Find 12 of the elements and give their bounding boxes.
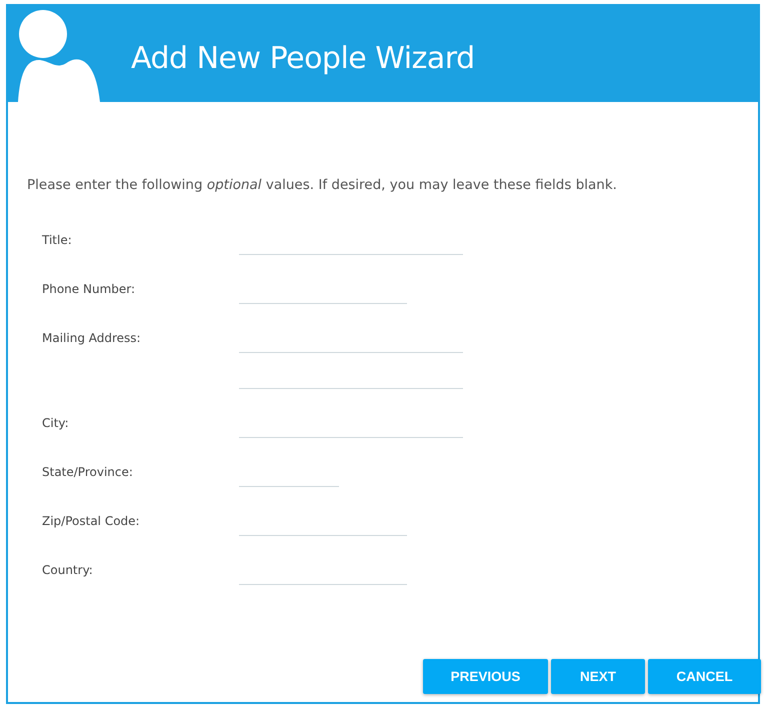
wizard-button[interactable]: CANCEL — [648, 659, 761, 694]
field-label: Phone Number: — [42, 281, 136, 298]
wizard-button[interactable]: PREVIOUS — [423, 659, 548, 694]
wizard-button[interactable]: NEXT — [551, 659, 645, 694]
field-label: State/Province: — [42, 464, 134, 481]
field-label: City: — [42, 415, 70, 432]
window-title: Add New People Wizard — [131, 41, 475, 76]
instruction-text: Please enter the following optional values. If desired, you may leave these fields blank. — [27, 176, 618, 194]
field-label: Zip/Postal Code: — [42, 513, 141, 530]
field-label: Title: — [42, 232, 73, 249]
field-label: Country: — [42, 562, 94, 579]
field-label: Mailing Address: — [42, 330, 142, 347]
